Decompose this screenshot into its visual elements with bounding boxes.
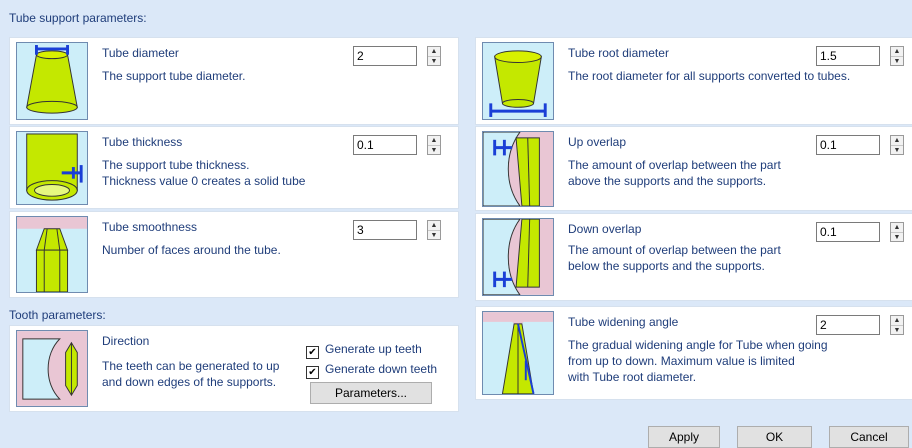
- tube-diameter-title: Tube diameter: [102, 46, 179, 60]
- down-overlap-description: The amount of overlap between the part be…: [568, 243, 781, 273]
- up-overlap-title: Up overlap: [568, 135, 627, 149]
- up-overlap-decrement-button[interactable]: ▼: [891, 146, 903, 155]
- tube-root-diameter-title: Tube root diameter: [568, 46, 669, 60]
- tube-smoothness-decrement-button[interactable]: ▼: [428, 231, 440, 240]
- direction-panel: Direction The teeth can be generated to …: [9, 325, 459, 412]
- ok-button[interactable]: OK: [737, 426, 812, 448]
- tube-thickness-increment-button[interactable]: ▲: [428, 136, 440, 146]
- direction-illustration-icon: [16, 330, 88, 407]
- tube-widening-angle-panel: Tube widening angle The gradual widening…: [475, 306, 912, 400]
- tube-diameter-input[interactable]: [353, 46, 417, 66]
- tube-diameter-panel: Tube diameter The support tube diameter.…: [9, 37, 459, 125]
- tube-widening-angle-decrement-button[interactable]: ▼: [891, 326, 903, 335]
- up-overlap-increment-button[interactable]: ▲: [891, 136, 903, 146]
- up-overlap-illustration-icon: [482, 131, 554, 207]
- tube-smoothness-increment-button[interactable]: ▲: [428, 221, 440, 231]
- tube-thickness-title: Tube thickness: [102, 135, 183, 149]
- tube-widening-angle-title: Tube widening angle: [568, 315, 679, 329]
- tube-smoothness-description: Number of faces around the tube.: [102, 243, 281, 257]
- tube-widening-angle-illustration-icon: [482, 311, 554, 395]
- generate-up-teeth-label: Generate up teeth: [325, 342, 422, 356]
- down-overlap-increment-button[interactable]: ▲: [891, 223, 903, 233]
- tube-support-section-title: Tube support parameters:: [9, 11, 147, 25]
- down-overlap-title: Down overlap: [568, 222, 642, 236]
- parameters-button[interactable]: Parameters...: [310, 382, 432, 404]
- up-overlap-description: The amount of overlap between the part ab…: [568, 158, 781, 188]
- generate-down-teeth-check-icon[interactable]: ✔: [306, 366, 319, 379]
- tube-thickness-description: The support tube thickness. Thickness val…: [102, 158, 306, 188]
- generate-down-teeth-label: Generate down teeth: [325, 362, 438, 376]
- tube-root-diameter-panel: Tube root diameter The root diameter for…: [475, 37, 912, 125]
- generate-up-teeth-checkbox[interactable]: ✔ Generate up teeth: [306, 342, 422, 359]
- down-overlap-decrement-button[interactable]: ▼: [891, 233, 903, 242]
- tube-widening-angle-description: The gradual widening angle for Tube when…: [568, 338, 828, 384]
- down-overlap-input[interactable]: [816, 222, 880, 242]
- tube-widening-angle-input[interactable]: [816, 315, 880, 335]
- tube-root-diameter-increment-button[interactable]: ▲: [891, 47, 903, 57]
- direction-description: The teeth can be generated to up and down…: [102, 359, 280, 389]
- generate-up-teeth-check-icon[interactable]: ✔: [306, 346, 319, 359]
- tube-root-diameter-description: The root diameter for all supports conve…: [568, 69, 851, 83]
- tooth-section-title: Tooth parameters:: [9, 308, 106, 322]
- generate-down-teeth-checkbox[interactable]: ✔ Generate down teeth: [306, 362, 437, 379]
- tube-thickness-panel: Tube thickness The support tube thicknes…: [9, 126, 459, 209]
- up-overlap-input[interactable]: [816, 135, 880, 155]
- tube-root-diameter-input[interactable]: [816, 46, 880, 66]
- tube-diameter-description: The support tube diameter.: [102, 69, 246, 83]
- tube-root-diameter-decrement-button[interactable]: ▼: [891, 57, 903, 66]
- apply-button[interactable]: Apply: [648, 426, 720, 448]
- direction-title: Direction: [102, 334, 150, 348]
- cancel-button[interactable]: Cancel: [829, 426, 909, 448]
- tube-smoothness-illustration-icon: [16, 216, 88, 293]
- up-overlap-panel: Up overlap The amount of overlap between…: [475, 126, 912, 211]
- tube-thickness-input[interactable]: [353, 135, 417, 155]
- tube-root-diameter-illustration-icon: [482, 42, 554, 120]
- tube-diameter-increment-button[interactable]: ▲: [428, 47, 440, 57]
- tube-smoothness-panel: Tube smoothness Number of faces around t…: [9, 211, 459, 298]
- tube-thickness-illustration-icon: [16, 131, 88, 205]
- down-overlap-panel: Down overlap The amount of overlap betwe…: [475, 213, 912, 301]
- tube-thickness-decrement-button[interactable]: ▼: [428, 146, 440, 155]
- down-overlap-illustration-icon: [482, 218, 554, 296]
- tube-diameter-illustration-icon: [16, 42, 88, 120]
- tube-smoothness-input[interactable]: [353, 220, 417, 240]
- tube-widening-angle-increment-button[interactable]: ▲: [891, 316, 903, 326]
- tube-diameter-decrement-button[interactable]: ▼: [428, 57, 440, 66]
- tube-smoothness-title: Tube smoothness: [102, 220, 197, 234]
